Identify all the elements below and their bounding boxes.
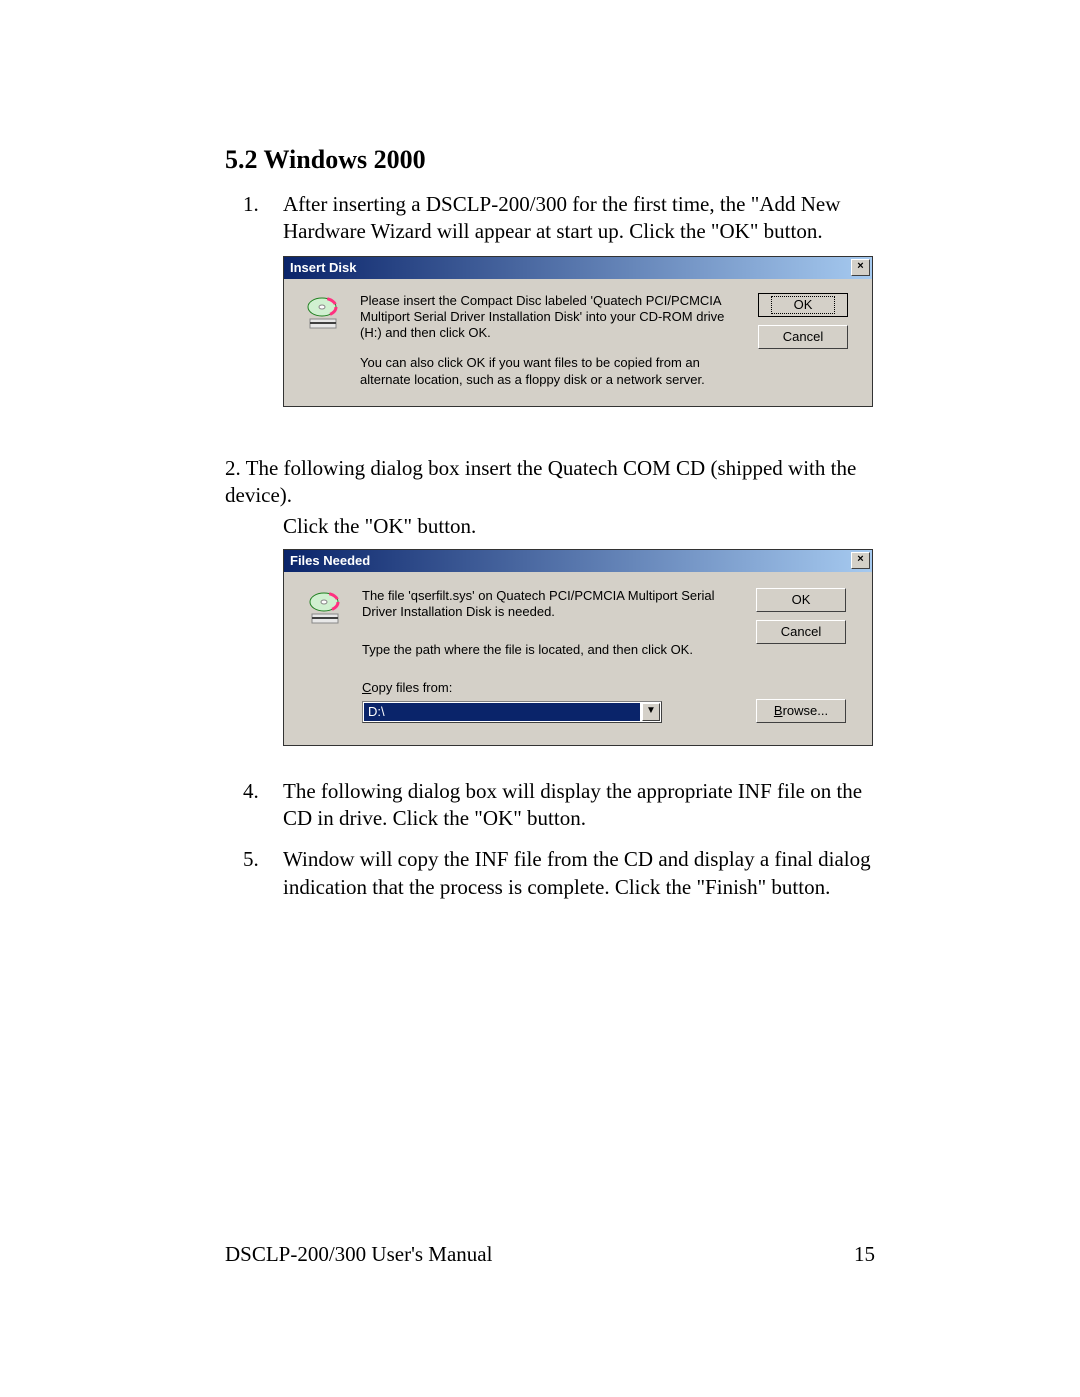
insert-disk-dialog: Insert Disk × Please insert the Compact … xyxy=(283,256,873,407)
step-body: The following dialog box will display th… xyxy=(283,778,880,833)
combobox-value: D:\ xyxy=(364,703,640,721)
copy-files-from-label: Copy files from: xyxy=(362,680,742,696)
dialog-buttons: OK Cancel Browse... xyxy=(756,588,856,723)
close-icon[interactable]: × xyxy=(851,259,870,276)
step-1: 1. After inserting a DSCLP-200/300 for t… xyxy=(225,191,880,246)
step-number: 4. xyxy=(225,778,283,833)
cd-icon xyxy=(300,588,348,723)
dialog-text: Please insert the Compact Disc labeled '… xyxy=(360,293,744,388)
cd-icon xyxy=(298,293,346,388)
ok-button[interactable]: OK xyxy=(756,588,846,612)
footer-title: DSCLP-200/300 User's Manual xyxy=(225,1242,492,1267)
dialog-paragraph: Type the path where the file is located,… xyxy=(362,642,742,658)
step-body: Window will copy the INF file from the C… xyxy=(283,846,880,901)
ok-button[interactable]: OK xyxy=(758,293,848,317)
cancel-button[interactable]: Cancel xyxy=(758,325,848,349)
step-body: After inserting a DSCLP-200/300 for the … xyxy=(283,191,880,246)
dialog-title: Files Needed xyxy=(290,553,851,568)
dialog-paragraph: The file 'qserfilt.sys' on Quatech PCI/P… xyxy=(362,588,742,621)
figure-insert-disk: Insert Disk × Please insert the Compact … xyxy=(283,256,880,407)
cancel-button[interactable]: Cancel xyxy=(756,620,846,644)
figure-files-needed: Files Needed × The file 'qserfilt.sys' o… xyxy=(283,549,880,746)
close-icon[interactable]: × xyxy=(851,552,870,569)
page-footer: DSCLP-200/300 User's Manual 15 xyxy=(225,1242,875,1267)
step-number: 1. xyxy=(225,191,283,246)
dialog-body: Please insert the Compact Disc labeled '… xyxy=(284,279,872,406)
manual-page: 5.2 Windows 2000 1. After inserting a DS… xyxy=(0,0,1080,1397)
titlebar: Insert Disk × xyxy=(284,257,872,279)
step-5: 5. Window will copy the INF file from th… xyxy=(225,846,880,901)
dialog-paragraph: You can also click OK if you want files … xyxy=(360,355,744,388)
dialog-paragraph: Please insert the Compact Disc labeled '… xyxy=(360,293,744,342)
page-number: 15 xyxy=(854,1242,875,1267)
step-3: Click the "OK" button. xyxy=(283,513,880,540)
dialog-title: Insert Disk xyxy=(290,260,851,275)
step-number: 5. xyxy=(225,846,283,901)
chevron-down-icon[interactable]: ▼ xyxy=(642,703,660,721)
section-heading: 5.2 Windows 2000 xyxy=(225,145,880,175)
dialog-body: The file 'qserfilt.sys' on Quatech PCI/P… xyxy=(284,572,872,745)
browse-button[interactable]: Browse... xyxy=(756,699,846,723)
step-4: 4. The following dialog box will display… xyxy=(225,778,880,833)
combo-row: D:\ ▼ xyxy=(362,701,742,723)
files-needed-dialog: Files Needed × The file 'qserfilt.sys' o… xyxy=(283,549,873,746)
dialog-text: The file 'qserfilt.sys' on Quatech PCI/P… xyxy=(362,588,742,723)
step-2: 2. The following dialog box insert the Q… xyxy=(225,455,880,510)
dialog-buttons: OK Cancel xyxy=(758,293,858,388)
titlebar: Files Needed × xyxy=(284,550,872,572)
path-combobox[interactable]: D:\ ▼ xyxy=(362,701,662,723)
